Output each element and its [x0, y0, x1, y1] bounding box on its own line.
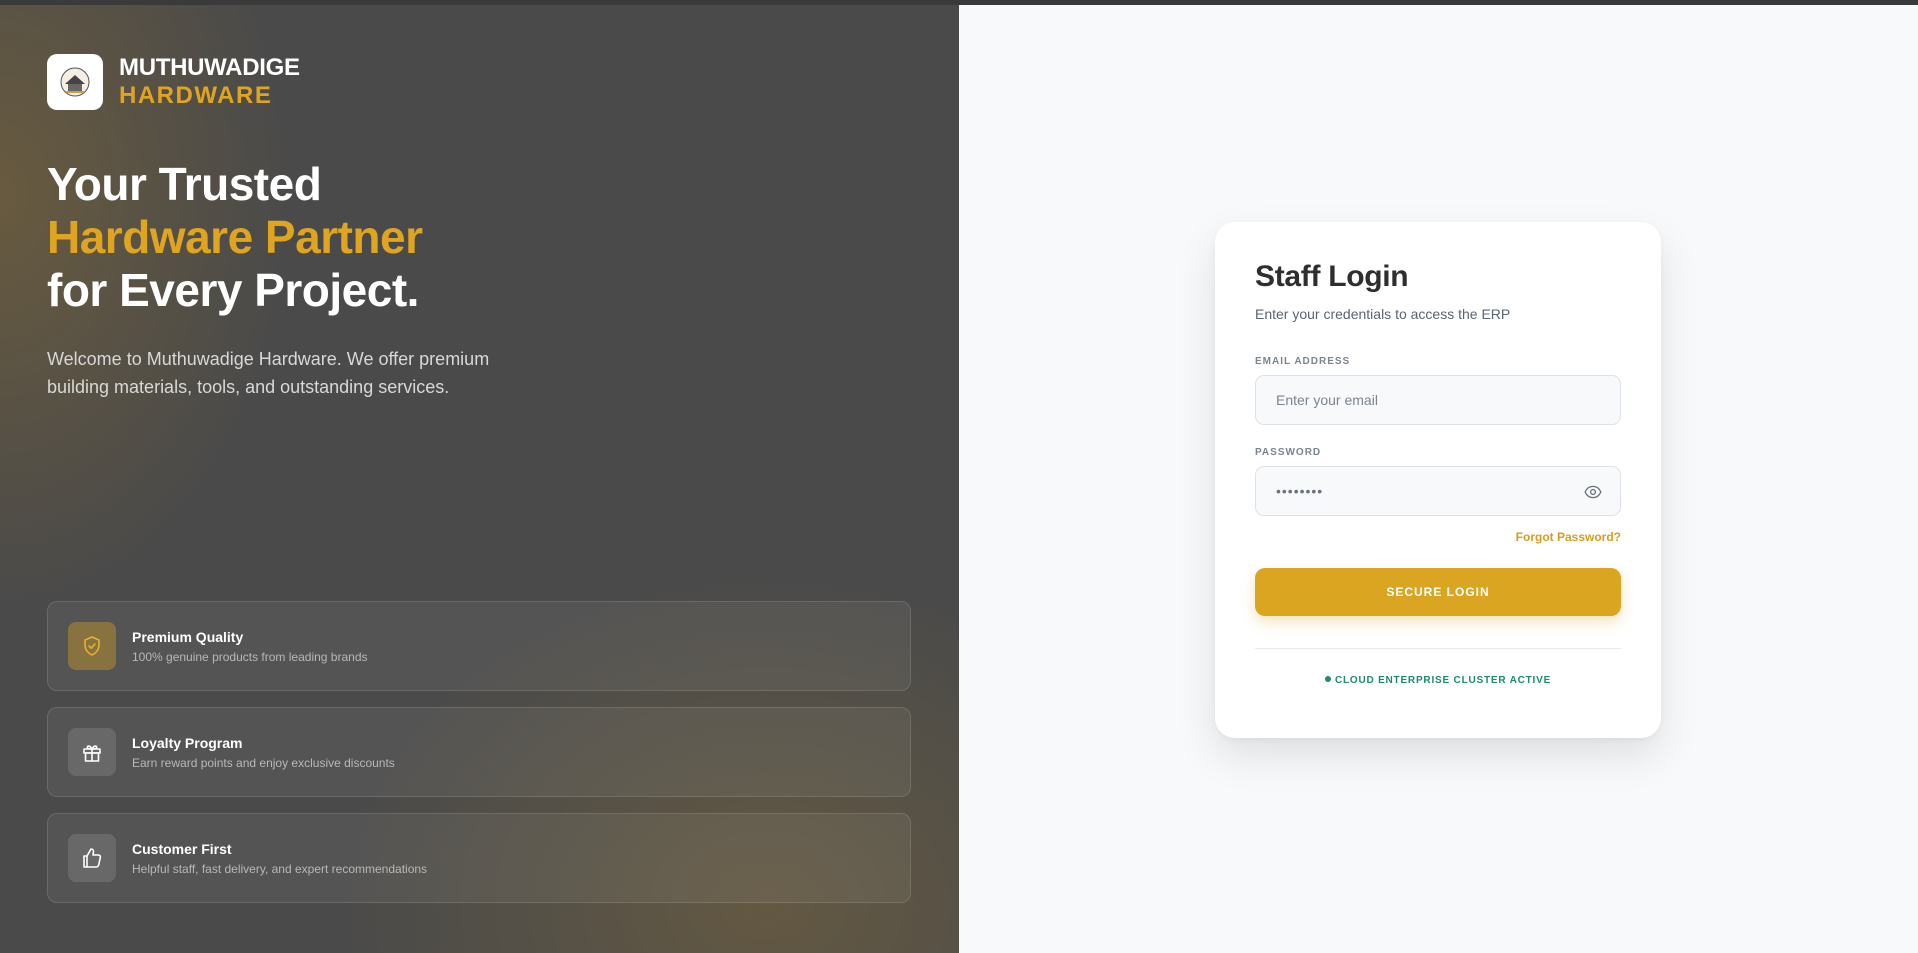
forgot-password-link[interactable]: Forgot Password?	[1255, 530, 1621, 544]
hero-intro: Welcome to Muthuwadige Hardware. We offe…	[47, 349, 490, 397]
feature-list: Premium Quality 100% genuine products fr…	[47, 601, 911, 919]
password-value: ••••••••	[1276, 483, 1324, 499]
status-indicator: CLOUD ENTERPRISE CLUSTER ACTIVE	[1255, 675, 1621, 686]
password-label: PASSWORD	[1255, 447, 1322, 458]
login-title: Staff Login	[1255, 260, 1409, 293]
divider	[1255, 648, 1621, 649]
feature-card-premium-quality: Premium Quality 100% genuine products fr…	[47, 601, 911, 691]
feature-desc: Helpful staff, fast delivery, and expert…	[132, 861, 428, 876]
status-text: CLOUD ENTERPRISE CLUSTER ACTIVE	[1334, 675, 1552, 686]
password-field[interactable]: ••••••••	[1255, 466, 1621, 516]
shield-check-icon	[68, 622, 116, 670]
brand-name-bottom: HARDWARE	[119, 82, 273, 109]
status-dot-icon	[1324, 676, 1331, 682]
hero-panel: MUTHUWADIGE HARDWARE Your Trusted Hardwa…	[0, 5, 959, 953]
feature-desc: 100% genuine products from leading brand…	[132, 649, 368, 664]
feature-card-loyalty-program: Loyalty Program Earn reward points and e…	[47, 707, 911, 797]
brand-name-top: MUTHUWADIGE	[119, 54, 300, 81]
feature-title: Premium Quality	[132, 628, 244, 645]
eye-icon[interactable]	[1584, 484, 1602, 500]
headline-line-1: Your Trusted	[47, 158, 322, 210]
feature-title: Loyalty Program	[132, 734, 243, 751]
gift-icon	[68, 728, 116, 776]
email-label: EMAIL ADDRESS	[1255, 356, 1351, 367]
hero-headline: Your Trusted Hardware Partner for Every …	[47, 158, 423, 317]
login-card: Staff Login Enter your credentials to ac…	[1215, 222, 1661, 738]
thumbs-up-icon	[68, 834, 116, 882]
login-subtitle: Enter your credentials to access the ERP	[1255, 306, 1511, 322]
email-field[interactable]: Enter your email	[1255, 375, 1621, 425]
headline-line-2: Hardware Partner	[47, 211, 423, 263]
secure-login-button[interactable]: SECURE LOGIN	[1255, 568, 1621, 616]
headline-line-3: for Every Project.	[47, 264, 419, 316]
feature-title: Customer First	[132, 840, 232, 857]
login-panel: Staff Login Enter your credentials to ac…	[959, 5, 1918, 953]
email-placeholder: Enter your email	[1276, 392, 1378, 408]
feature-desc: Earn reward points and enjoy exclusive d…	[132, 755, 395, 770]
store-logo-icon	[47, 54, 103, 110]
brand-header: MUTHUWADIGE HARDWARE	[47, 54, 300, 110]
feature-card-customer-first: Customer First Helpful staff, fast deliv…	[47, 813, 911, 903]
